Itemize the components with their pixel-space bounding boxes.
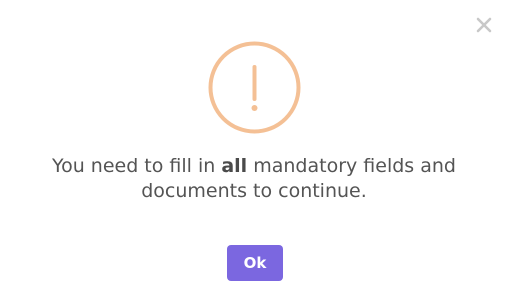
message-text-start: You need to fill in bbox=[51, 155, 222, 177]
message-emphasis: all bbox=[221, 155, 248, 177]
warning-icon bbox=[208, 41, 301, 134]
close-button[interactable] bbox=[472, 13, 496, 37]
close-icon bbox=[476, 17, 492, 33]
ok-button[interactable]: Ok bbox=[227, 245, 283, 281]
alert-dialog: You need to fill in all mandatory fields… bbox=[0, 0, 508, 304]
alert-message: You need to fill in all mandatory fields… bbox=[0, 154, 508, 204]
